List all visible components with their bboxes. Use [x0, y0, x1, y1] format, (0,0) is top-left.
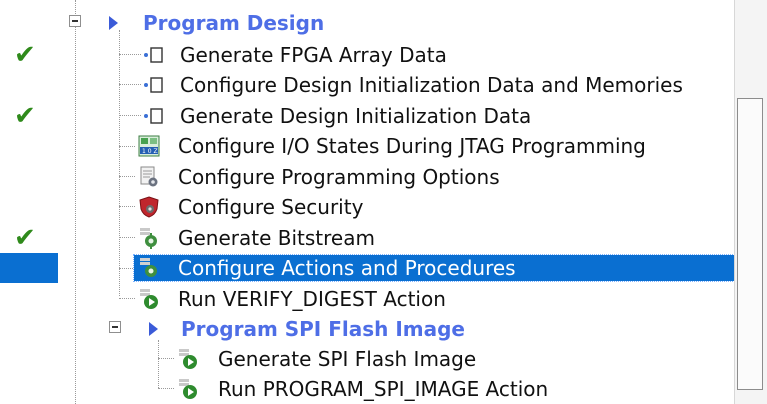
- task-square-icon: [144, 77, 163, 93]
- status-cell: [0, 131, 58, 161]
- tree-item-label: Configure Security: [178, 195, 364, 219]
- tree-item-label: Generate Bitstream: [178, 226, 375, 250]
- item-label-wrap: Configure Actions and Procedures: [133, 254, 739, 282]
- scrollbar-thumb[interactable]: [737, 98, 763, 390]
- tree-item-configure-actions-procedures[interactable]: Configure Actions and Procedures: [0, 253, 739, 283]
- tree-item-label: Configure Design Initialization Data and…: [180, 73, 683, 97]
- tree-item-generate-design-initialization[interactable]: ✔ Generate Design Initialization Data: [0, 101, 734, 131]
- item-label-wrap: Configure I/O States During JTAG Program…: [178, 133, 650, 159]
- status-cell: [0, 374, 58, 404]
- completed-check-icon: ✔: [14, 223, 36, 253]
- item-label-wrap: Generate FPGA Array Data: [180, 42, 451, 68]
- group-arrow-icon: [109, 16, 118, 30]
- status-cell: ✔: [0, 40, 58, 70]
- tree-item-label: Configure Programming Options: [178, 165, 500, 189]
- status-cell: [0, 253, 58, 283]
- tree-item-label: Generate FPGA Array Data: [180, 43, 447, 67]
- item-label-wrap: Configure Design Initialization Data and…: [180, 72, 687, 98]
- tree-item-configure-design-initialization[interactable]: Configure Design Initialization Data and…: [0, 70, 734, 100]
- status-cell: ✔: [0, 223, 58, 253]
- item-label-wrap: Run VERIFY_DIGEST Action: [178, 286, 450, 312]
- tree-group-program-design[interactable]: Program Design: [0, 8, 734, 38]
- status-cell: ✔: [0, 101, 58, 131]
- item-label-wrap: Generate Bitstream: [178, 225, 379, 251]
- tree-item-generate-bitstream[interactable]: ✔ Generate Bitstream: [0, 223, 734, 253]
- bitstream-gear-icon: [140, 228, 157, 249]
- run-action-icon: [140, 289, 158, 309]
- item-label-wrap: Configure Programming Options: [178, 164, 504, 190]
- item-label-wrap: Generate SPI Flash Image: [218, 346, 480, 372]
- completed-check-icon: ✔: [14, 101, 36, 131]
- actions-procedures-icon: [140, 258, 157, 277]
- task-square-icon: [144, 108, 163, 124]
- group-arrow-icon: [149, 322, 158, 336]
- status-cell: [0, 344, 58, 374]
- tree-item-label: Run VERIFY_DIGEST Action: [178, 287, 446, 311]
- tree-item-configure-io-states[interactable]: 1 0 Z Configure I/O States During JTAG P…: [0, 131, 734, 161]
- svg-text:1 0 Z: 1 0 Z: [142, 148, 158, 155]
- run-action-icon: [179, 349, 197, 369]
- collapse-toggle-icon[interactable]: [109, 321, 121, 333]
- tree-item-run-verify-digest[interactable]: Run VERIFY_DIGEST Action: [0, 284, 734, 314]
- status-cell: [0, 192, 58, 222]
- item-label-wrap: Generate Design Initialization Data: [180, 103, 535, 129]
- tree-item-configure-security[interactable]: Configure Security: [0, 192, 734, 222]
- group-label: Program SPI Flash Image: [181, 317, 465, 341]
- group-label-wrap: Program SPI Flash Image: [181, 316, 469, 342]
- item-label-wrap: Run PROGRAM_SPI_IMAGE Action: [218, 376, 552, 402]
- tree-item-label: Run PROGRAM_SPI_IMAGE Action: [218, 377, 549, 401]
- tree-group-program-spi-flash-image[interactable]: Program SPI Flash Image: [0, 314, 734, 344]
- tree-item-run-program-spi-image[interactable]: Run PROGRAM_SPI_IMAGE Action: [0, 374, 734, 404]
- completed-check-icon: ✔: [14, 40, 36, 70]
- status-cell: [0, 70, 58, 100]
- item-label-wrap: Configure Security: [178, 194, 367, 220]
- tree-item-configure-programming-options[interactable]: Configure Programming Options: [0, 162, 734, 192]
- tree-item-generate-spi-flash-image[interactable]: Generate SPI Flash Image: [0, 344, 734, 374]
- collapse-toggle-icon[interactable]: [69, 15, 81, 27]
- task-square-icon: [144, 47, 163, 63]
- tree-item-label: Generate Design Initialization Data: [180, 104, 532, 128]
- status-cell: [0, 284, 58, 314]
- tree-item-label: Configure Actions and Procedures: [178, 256, 516, 280]
- tree-item-label: Configure I/O States During JTAG Program…: [178, 134, 646, 158]
- group-label-wrap: Program Design: [143, 10, 328, 36]
- run-action-icon: [179, 379, 197, 399]
- group-label: Program Design: [143, 11, 325, 35]
- io-states-icon: 1 0 Z: [138, 135, 160, 157]
- tree-item-generate-fpga-array-data[interactable]: ✔ Generate FPGA Array Data: [0, 40, 734, 70]
- programming-options-icon: [140, 166, 158, 187]
- status-cell: [0, 162, 58, 192]
- tree-item-label: Generate SPI Flash Image: [218, 347, 477, 371]
- security-shield-icon: [139, 196, 159, 218]
- design-flow-tree-panel: Program Design ✔ Generate FPGA Array Dat…: [0, 0, 767, 404]
